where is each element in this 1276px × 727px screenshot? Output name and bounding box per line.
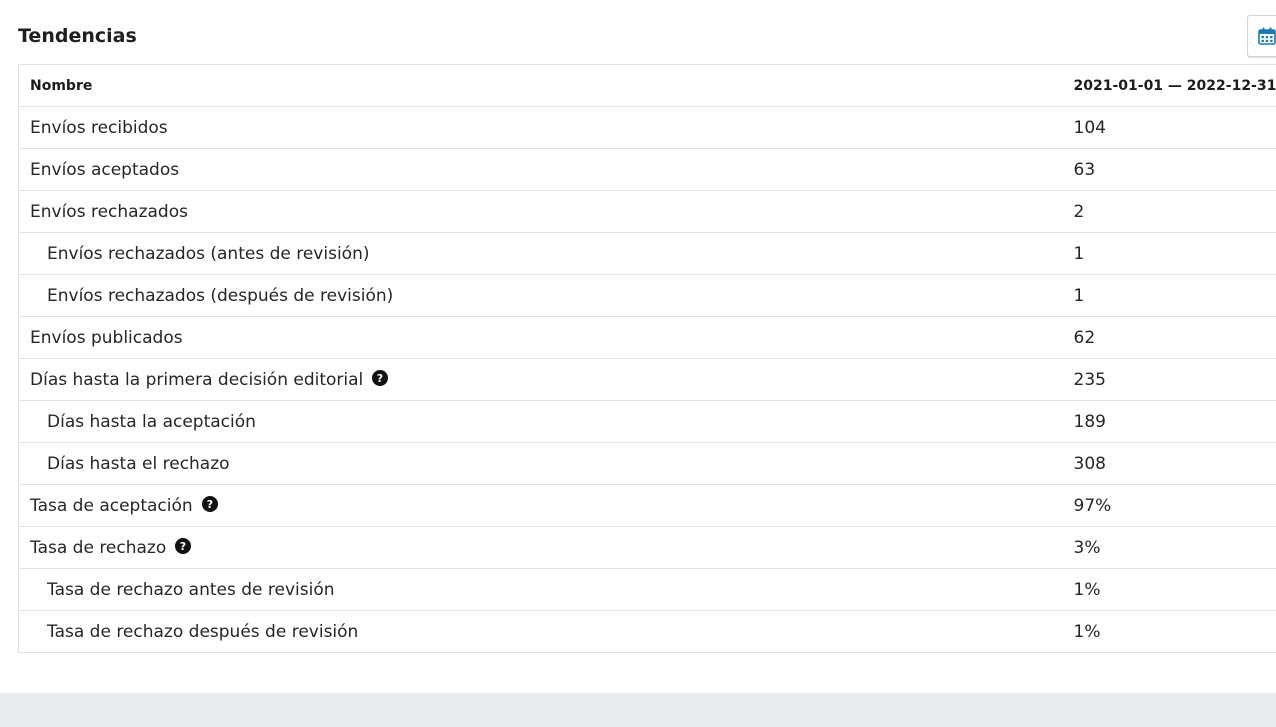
table-row: Envíos recibidos 104	[18, 106, 1276, 149]
row-value: 2	[1062, 190, 1276, 233]
row-label-cell: Envíos recibidos	[18, 106, 1063, 149]
table-row: Envíos publicados 62	[18, 316, 1276, 359]
table-row: Días hasta la aceptación 189	[18, 400, 1276, 443]
table-row: Tasa de rechazo antes de revisión 1%	[18, 568, 1276, 611]
row-value: 97%	[1062, 484, 1276, 527]
row-value: 1%	[1062, 610, 1276, 653]
row-label: Envíos aceptados	[30, 159, 180, 180]
date-range-button[interactable]	[1247, 15, 1276, 57]
table-row: Envíos rechazados (después de revisión) 1	[18, 274, 1276, 317]
table-row: Días hasta la primera decisión editorial…	[18, 358, 1276, 401]
row-label: Tasa de aceptación	[30, 495, 193, 516]
row-value: 63	[1062, 148, 1276, 191]
row-label: Envíos recibidos	[30, 117, 168, 138]
table-row: Envíos rechazados 2	[18, 190, 1276, 233]
row-label-cell: Tasa de rechazo?	[18, 526, 1063, 569]
table-row: Tasa de rechazo después de revisión 1%	[18, 610, 1276, 653]
row-value: 189	[1062, 400, 1276, 443]
column-header-name: Nombre	[18, 64, 1063, 107]
row-label: Días hasta la aceptación	[47, 411, 256, 432]
row-label-cell: Envíos rechazados (antes de revisión)	[18, 232, 1063, 275]
trends-table: Nombre 2021-01-01 — 2022-12-31 Envíos re…	[18, 64, 1276, 653]
row-label-cell: Envíos aceptados	[18, 148, 1063, 191]
help-icon[interactable]: ?	[201, 495, 218, 512]
row-label: Envíos publicados	[30, 327, 183, 348]
row-label-cell: Días hasta la primera decisión editorial…	[18, 358, 1063, 401]
svg-text:?: ?	[206, 498, 212, 511]
row-label-cell: Envíos publicados	[18, 316, 1063, 359]
footer-bar	[0, 693, 1276, 727]
svg-text:?: ?	[180, 540, 186, 553]
row-label-cell: Tasa de rechazo antes de revisión	[18, 568, 1063, 611]
row-value: 1	[1062, 232, 1276, 275]
row-label: Envíos rechazados (antes de revisión)	[47, 243, 370, 264]
table-row: Tasa de aceptación? 97%	[18, 484, 1276, 527]
row-value: 3%	[1062, 526, 1276, 569]
row-value: 1	[1062, 274, 1276, 317]
row-label-cell: Días hasta el rechazo	[18, 442, 1063, 485]
row-label-cell: Envíos rechazados	[18, 190, 1063, 233]
row-label-cell: Tasa de rechazo después de revisión	[18, 610, 1063, 653]
row-label-cell: Días hasta la aceptación	[18, 400, 1063, 443]
table-header-row: Nombre 2021-01-01 — 2022-12-31	[18, 64, 1276, 107]
row-value: 308	[1062, 442, 1276, 485]
row-label: Días hasta la primera decisión editorial	[30, 369, 364, 390]
table-row: Envíos rechazados (antes de revisión) 1	[18, 232, 1276, 275]
row-label: Tasa de rechazo antes de revisión	[47, 579, 335, 600]
page-title: Tendencias	[18, 25, 137, 47]
column-header-date-range: 2021-01-01 — 2022-12-31	[1062, 64, 1276, 107]
calendar-icon	[1258, 27, 1276, 45]
trends-panel: Tendencias Nombre 2021-01-01 — 2022-12-3…	[0, 0, 1276, 693]
row-value: 1%	[1062, 568, 1276, 611]
table-row: Tasa de rechazo? 3%	[18, 526, 1276, 569]
row-value: 62	[1062, 316, 1276, 359]
svg-text:?: ?	[377, 372, 383, 385]
row-label: Días hasta el rechazo	[47, 453, 230, 474]
row-label-cell: Tasa de aceptación?	[18, 484, 1063, 527]
table-body: Envíos recibidos 104 Envíos aceptados 63 Env…	[18, 106, 1276, 653]
table-row: Días hasta el rechazo 308	[18, 442, 1276, 485]
row-value: 104	[1062, 106, 1276, 149]
row-label: Envíos rechazados	[30, 201, 188, 222]
table-row: Envíos aceptados 63	[18, 148, 1276, 191]
row-label: Tasa de rechazo	[30, 537, 167, 558]
help-icon[interactable]: ?	[372, 369, 389, 386]
help-icon[interactable]: ?	[175, 537, 192, 554]
row-value: 235	[1062, 358, 1276, 401]
row-label: Tasa de rechazo después de revisión	[47, 621, 359, 642]
row-label-cell: Envíos rechazados (después de revisión)	[18, 274, 1063, 317]
row-label: Envíos rechazados (después de revisión)	[47, 285, 394, 306]
